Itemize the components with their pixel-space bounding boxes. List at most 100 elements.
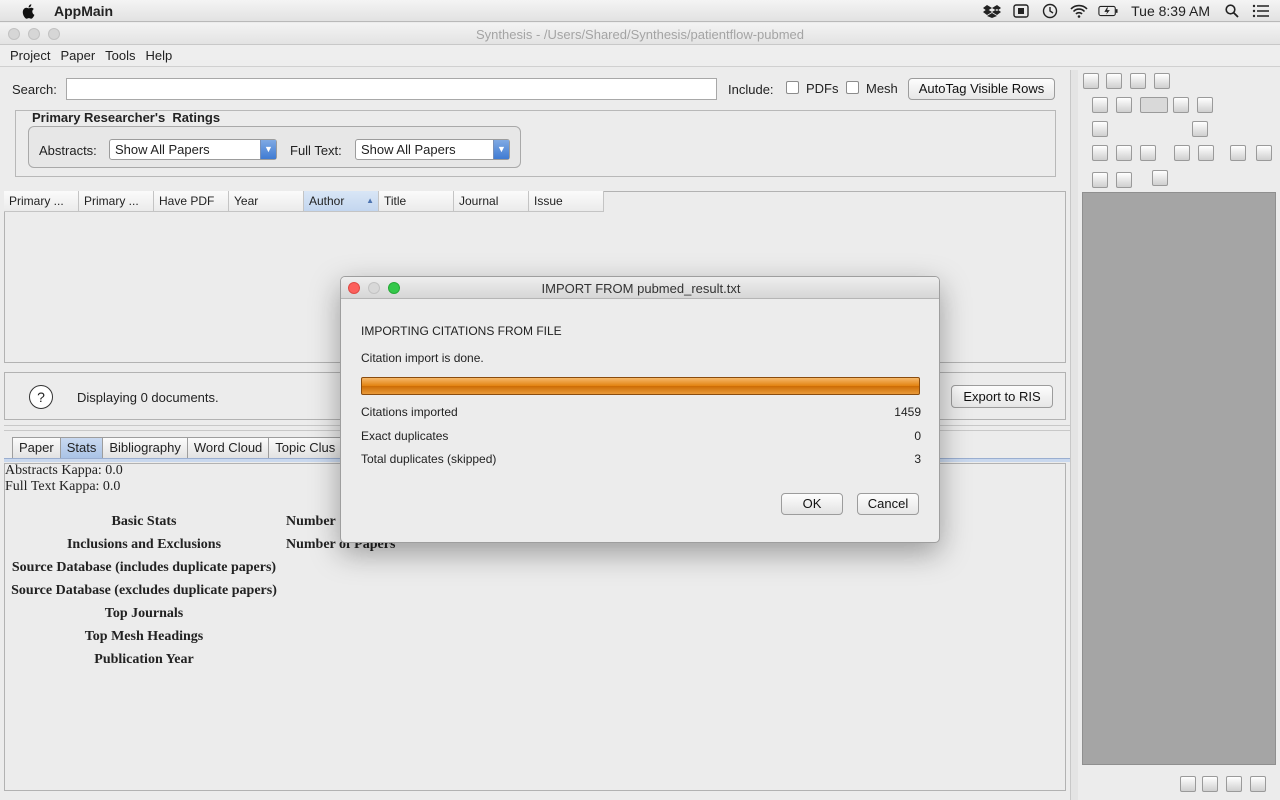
wifi-icon[interactable] xyxy=(1069,3,1089,19)
fit-width-icon[interactable] xyxy=(1140,145,1156,161)
total-duplicates-label: Total duplicates (skipped) xyxy=(361,452,497,466)
right-panel-divider[interactable] xyxy=(1070,70,1078,800)
menubar-clock[interactable]: Tue 8:39 AM xyxy=(1131,3,1210,19)
column-header-author[interactable]: Author ▲ xyxy=(304,191,379,212)
tab-bibliography[interactable]: Bibliography xyxy=(102,437,188,458)
autotag-visible-rows-button[interactable]: AutoTag Visible Rows xyxy=(908,78,1055,100)
menu-tools[interactable]: Tools xyxy=(105,48,135,63)
pdfs-checkbox[interactable] xyxy=(786,81,799,94)
ok-button[interactable]: OK xyxy=(781,493,843,515)
column-header-journal[interactable]: Journal xyxy=(454,191,529,212)
column-header-issue[interactable]: Issue xyxy=(529,191,604,212)
stat-link-publication-year[interactable]: Publication Year xyxy=(4,652,284,668)
tab-paper[interactable]: Paper xyxy=(12,437,61,458)
stat-link-top-journals[interactable]: Top Journals xyxy=(4,606,284,622)
stat-link-inclusions-exclusions[interactable]: Inclusions and Exclusions xyxy=(4,537,284,553)
document-count-status: Displaying 0 documents. xyxy=(77,390,219,405)
spotlight-search-icon[interactable] xyxy=(1222,3,1242,19)
app-menu-bar: Project Paper Tools Help xyxy=(0,45,1280,67)
print-icon[interactable] xyxy=(1106,73,1122,89)
stat-col2-header: Number xyxy=(286,514,336,529)
column-header-title[interactable]: Title xyxy=(379,191,454,212)
stat-link-source-db-excludes[interactable]: Source Database (excludes duplicate pape… xyxy=(4,583,284,599)
magnify-icon[interactable] xyxy=(1230,145,1246,161)
search-binoculars-icon[interactable] xyxy=(1130,73,1146,89)
next-page-icon[interactable] xyxy=(1173,97,1189,113)
text-select-icon[interactable] xyxy=(1092,172,1108,188)
zoom-out-icon[interactable] xyxy=(1092,121,1108,137)
full-text-kappa: Full Text Kappa: 0.0 xyxy=(5,479,121,494)
facing-view-icon[interactable] xyxy=(1226,776,1242,792)
chevron-down-icon: ▼ xyxy=(493,140,509,159)
menu-help[interactable]: Help xyxy=(146,48,173,63)
battery-icon[interactable] xyxy=(1098,3,1118,19)
window-title: Synthesis - /Users/Shared/Synthesis/pati… xyxy=(475,27,805,42)
abstracts-filter-select[interactable]: Show All Papers ▼ xyxy=(109,139,277,160)
thumbnail-view-icon[interactable] xyxy=(1152,170,1168,186)
abstracts-filter-value: Show All Papers xyxy=(115,142,210,157)
dialog-title-bar: IMPORT FROM pubmed_result.txt xyxy=(341,277,939,299)
continuous-facing-view-icon[interactable] xyxy=(1250,776,1266,792)
citations-imported-label: Citations imported xyxy=(361,405,458,419)
import-dialog: IMPORT FROM pubmed_result.txt IMPORTING … xyxy=(340,276,940,543)
papers-table-header: Primary ... Primary ... Have PDF Year Au… xyxy=(4,191,604,212)
continuous-view-icon[interactable] xyxy=(1202,776,1218,792)
last-page-icon[interactable] xyxy=(1197,97,1213,113)
apple-icon[interactable] xyxy=(20,2,38,20)
tab-word-cloud[interactable]: Word Cloud xyxy=(186,437,270,458)
total-duplicates-row: Total duplicates (skipped) 3 xyxy=(361,452,921,466)
fit-page-icon[interactable] xyxy=(1116,145,1132,161)
help-button[interactable]: ? xyxy=(29,385,53,409)
tab-stats[interactable]: Stats xyxy=(59,437,104,458)
annotation-icon[interactable] xyxy=(1116,172,1132,188)
notification-center-icon[interactable] xyxy=(1251,3,1271,19)
app-name-menu[interactable]: AppMain xyxy=(54,3,113,19)
stat-link-source-db-includes[interactable]: Source Database (includes duplicate pape… xyxy=(4,560,284,576)
search-input[interactable] xyxy=(66,78,717,100)
dialog-title: IMPORT FROM pubmed_result.txt xyxy=(541,281,741,296)
page-number-field[interactable] xyxy=(1140,97,1168,113)
window-title-bar: Synthesis - /Users/Shared/Synthesis/pati… xyxy=(0,23,1280,45)
tab-topic-clusters[interactable]: Topic Clus xyxy=(268,437,343,458)
time-machine-icon[interactable] xyxy=(1040,3,1060,19)
include-label: Include: xyxy=(728,82,774,97)
full-text-filter-select[interactable]: Show All Papers ▼ xyxy=(355,139,510,160)
screen-capture-icon[interactable] xyxy=(1011,3,1031,19)
dialog-message: Citation import is done. xyxy=(361,351,484,365)
stat-link-basic-stats[interactable]: Basic Stats xyxy=(4,514,284,530)
abstracts-label: Abstracts: xyxy=(39,143,97,158)
menu-paper[interactable]: Paper xyxy=(60,48,95,63)
system-menu-bar: AppMain Tue 8:39 AM xyxy=(0,0,1280,22)
dialog-heading: IMPORTING CITATIONS FROM FILE xyxy=(361,324,562,338)
mesh-checkbox[interactable] xyxy=(846,81,859,94)
first-page-icon[interactable] xyxy=(1092,97,1108,113)
save-icon[interactable] xyxy=(1083,73,1099,89)
ratings-title: Primary Researcher's Ratings xyxy=(32,110,221,125)
menu-project[interactable]: Project xyxy=(10,48,50,63)
previous-page-icon[interactable] xyxy=(1116,97,1132,113)
document-properties-icon[interactable] xyxy=(1154,73,1170,89)
import-progress-bar xyxy=(361,377,920,395)
zoom-in-icon[interactable] xyxy=(1192,121,1208,137)
cancel-button[interactable]: Cancel xyxy=(857,493,919,515)
rotate-left-icon[interactable] xyxy=(1174,145,1190,161)
column-header-primary-1[interactable]: Primary ... xyxy=(4,191,79,212)
full-text-label: Full Text: xyxy=(290,143,342,158)
column-header-year[interactable]: Year xyxy=(229,191,304,212)
citations-imported-value: 1459 xyxy=(894,405,921,419)
single-page-view-icon[interactable] xyxy=(1180,776,1196,792)
actual-size-icon[interactable] xyxy=(1092,145,1108,161)
sort-ascending-icon: ▲ xyxy=(366,196,374,205)
magnify-options-icon[interactable] xyxy=(1256,145,1272,161)
rotate-right-icon[interactable] xyxy=(1198,145,1214,161)
total-duplicates-value: 3 xyxy=(914,452,921,466)
pdf-viewer-area[interactable] xyxy=(1082,192,1276,765)
column-header-primary-2[interactable]: Primary ... xyxy=(79,191,154,212)
chevron-down-icon: ▼ xyxy=(260,140,276,159)
dropbox-icon[interactable] xyxy=(982,3,1002,19)
stat-link-top-mesh-headings[interactable]: Top Mesh Headings xyxy=(4,629,284,645)
mesh-checkbox-label: Mesh xyxy=(866,81,898,96)
search-label: Search: xyxy=(12,82,57,97)
column-header-have-pdf[interactable]: Have PDF xyxy=(154,191,229,212)
export-to-ris-button[interactable]: Export to RIS xyxy=(951,385,1053,408)
